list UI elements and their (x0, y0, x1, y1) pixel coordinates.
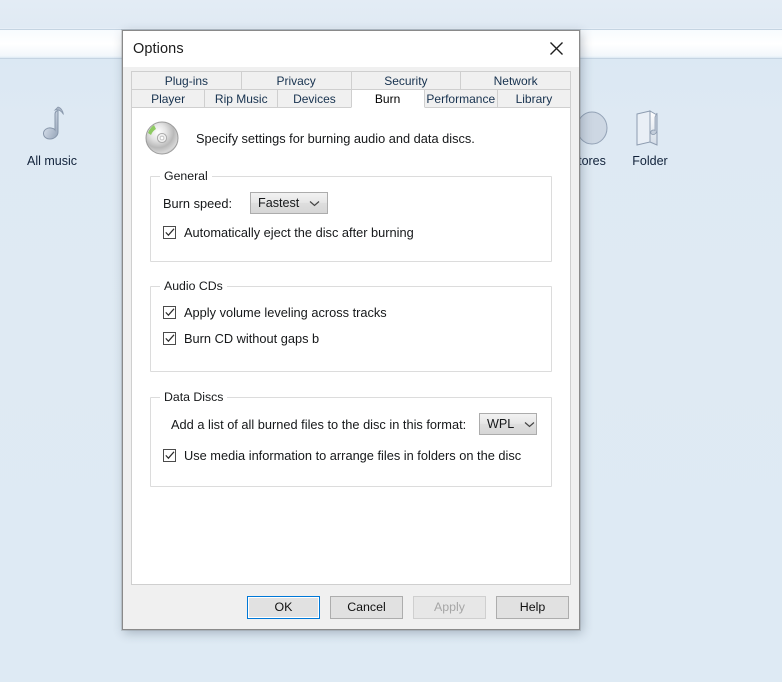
no-gaps-label: Burn CD without gaps b (184, 330, 320, 346)
desktop-icon-folder[interactable]: Folder (602, 100, 698, 168)
media-info-label: Use media information to arrange files i… (184, 447, 522, 463)
no-gaps-checkbox[interactable] (163, 331, 176, 345)
auto-eject-checkbox-row[interactable]: Automatically eject the disc after burni… (163, 221, 539, 243)
tab-player[interactable]: Player (131, 89, 206, 108)
tab-security[interactable]: Security (350, 71, 462, 89)
desktop-icon-all-music[interactable]: All music (4, 100, 100, 168)
dialog-button-bar: OK Cancel Apply Help (123, 585, 579, 629)
group-data-discs: Data Discs Add a list of all burned file… (150, 390, 552, 487)
volume-leveling-label: Apply volume leveling across tracks (184, 304, 387, 320)
cancel-button-label: Cancel (347, 600, 386, 614)
tab-library[interactable]: Library (496, 89, 572, 108)
tab-performance[interactable]: Performance (423, 89, 498, 108)
cancel-button[interactable]: Cancel (330, 595, 403, 619)
help-button[interactable]: Help (496, 595, 569, 619)
group-audio-cds: Audio CDs Apply volume leveling across t… (150, 279, 552, 372)
tab-strip: Plug-ins Privacy Security Network Player… (123, 67, 579, 108)
tab-label: Performance (426, 91, 496, 106)
panel-header-text: Specify settings for burning audio and d… (196, 130, 475, 146)
desktop-icon-label: All music (26, 154, 77, 168)
media-info-checkbox-row[interactable]: Use media information to arrange files i… (163, 444, 539, 466)
tab-row-top: Plug-ins Privacy Security Network (131, 71, 571, 89)
tab-label: Burn (374, 91, 401, 106)
tab-burn[interactable]: Burn (350, 89, 425, 108)
ok-button[interactable]: OK (247, 595, 320, 619)
close-icon[interactable] (533, 31, 579, 65)
data-format-value: WPL (487, 417, 515, 431)
tab-label: Player (151, 91, 186, 106)
volume-leveling-checkbox-row[interactable]: Apply volume leveling across tracks (163, 301, 539, 323)
chevron-down-icon (305, 200, 327, 207)
burn-tab-panel: Specify settings for burning audio and d… (131, 108, 571, 585)
tab-devices[interactable]: Devices (277, 89, 352, 108)
dialog-title: Options (133, 41, 184, 57)
tab-label: Privacy (276, 73, 316, 88)
apply-button-label: Apply (434, 600, 465, 614)
desktop-icon-label: Folder (632, 154, 668, 168)
apply-button: Apply (413, 595, 486, 619)
burn-speed-row: Burn speed: Fastest (163, 191, 539, 215)
auto-eject-checkbox[interactable] (163, 225, 176, 239)
tab-rip-music[interactable]: Rip Music (204, 89, 279, 108)
options-dialog: Options Plug-ins Privacy Security Networ… (122, 30, 580, 630)
data-format-dropdown[interactable]: WPL (479, 413, 537, 435)
group-general: General Burn speed: Fastest Automaticall… (150, 169, 552, 262)
tab-privacy[interactable]: Privacy (240, 71, 352, 89)
burn-speed-value: Fastest (258, 196, 300, 210)
group-audio-cds-title: Audio CDs (160, 279, 227, 293)
music-note-icon (4, 100, 100, 150)
tab-row-bottom: Player Rip Music Devices Burn Performanc… (131, 89, 572, 108)
burn-speed-label: Burn speed: (163, 195, 233, 211)
burn-speed-dropdown[interactable]: Fastest (250, 192, 329, 214)
music-folder-icon (602, 100, 698, 150)
group-data-discs-title: Data Discs (160, 390, 228, 404)
data-format-label: Add a list of all burned files to the di… (171, 416, 467, 432)
tab-label: Security (384, 73, 428, 88)
media-info-checkbox[interactable] (163, 448, 176, 462)
auto-eject-label: Automatically eject the disc after burni… (184, 224, 414, 240)
tab-label: Library (515, 91, 553, 106)
ok-button-label: OK (274, 600, 293, 614)
compact-disc-icon (145, 121, 179, 155)
dialog-title-bar: Options (123, 31, 579, 67)
tab-network[interactable]: Network (460, 71, 571, 89)
volume-leveling-checkbox[interactable] (163, 305, 176, 319)
no-gaps-checkbox-row[interactable]: Burn CD without gaps b (163, 327, 539, 349)
tab-label: Network (493, 73, 538, 88)
tab-label: Plug-ins (164, 73, 209, 88)
tab-plug-ins[interactable]: Plug-ins (131, 71, 242, 89)
help-button-label: Help (519, 600, 546, 614)
tab-label: Devices (293, 91, 336, 106)
data-format-row: Add a list of all burned files to the di… (163, 412, 539, 436)
panel-header: Specify settings for burning audio and d… (132, 108, 570, 158)
tab-label: Rip Music (214, 91, 268, 106)
group-general-title: General (160, 169, 212, 183)
chevron-down-icon (520, 421, 542, 428)
